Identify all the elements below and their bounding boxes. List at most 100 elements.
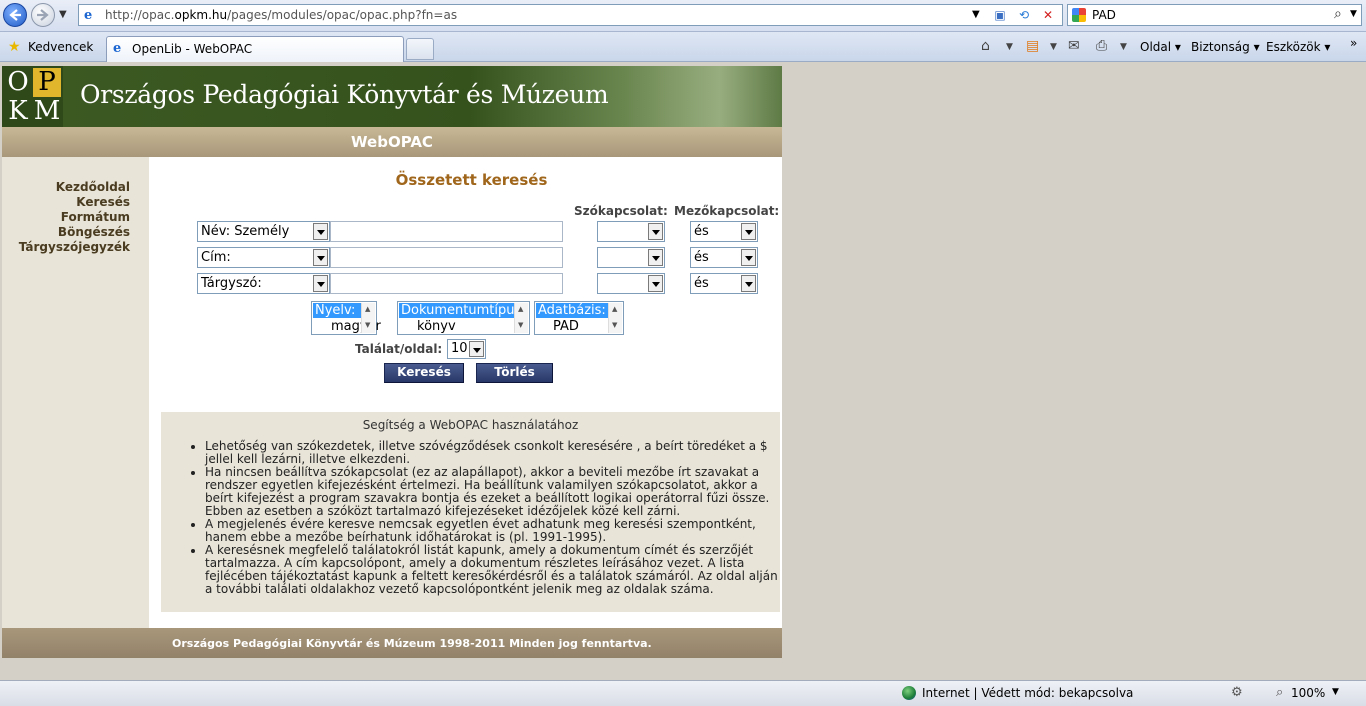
field-select-2[interactable]: Cím: [197,247,330,268]
hits-per-page-select[interactable]: 10 [447,339,486,359]
arrow-right-icon [37,9,49,21]
empty-page-area [782,62,1366,680]
doctype-listbox[interactable]: Dokumentumtípus: könyv ▲ ▼ [397,301,530,335]
search-term-input-3[interactable] [330,273,563,294]
forward-button[interactable] [31,3,55,27]
printer-icon[interactable]: ⎙ [1096,38,1107,54]
search-button[interactable]: Keresés [384,363,464,383]
magnifier-icon[interactable]: ⌕ [1334,6,1342,22]
window-scrollbar[interactable] [1351,62,1366,680]
listbox-value: könyv [417,319,456,334]
search-dropdown-icon[interactable]: ▼ [1350,9,1357,19]
new-tab-button[interactable] [406,38,434,60]
help-item: Lehetőség van szókezdetek, illetve szóvé… [205,440,778,466]
listbox-scrollbar[interactable]: ▲ ▼ [608,303,622,333]
help-list: Lehetőség van szókezdetek, illetve szóvé… [205,440,778,596]
logo-letter: K [8,96,28,126]
logo-letter: P [33,68,61,97]
security-menu[interactable]: Biztonság ▾ [1191,40,1260,54]
print-dropdown-icon[interactable]: ▼ [1120,42,1127,52]
sidebar-item-format[interactable]: Formátum [61,210,130,224]
word-relation-header: Szókapcsolat: [574,204,668,218]
subtitle-bar: WebOPAC [2,127,782,157]
sidebar-item-home[interactable]: Kezdőoldal [56,180,130,194]
page-subtitle: WebOPAC [351,133,433,151]
compatibility-view-icon[interactable]: ▣ [991,7,1009,23]
search-input[interactable]: PAD [1092,8,1116,22]
tab-openlib[interactable]: e OpenLib - WebOPAC [106,36,404,62]
favorites-star-icon[interactable]: ★ [8,39,21,55]
search-term-input-1[interactable] [330,221,563,242]
chevron-down-icon [313,223,328,240]
chevron-down-icon [648,223,663,240]
site-title: Országos Pedagógiai Könyvtár és Múzeum [80,80,609,109]
field-relation-select-2[interactable]: és [690,247,758,268]
search-box[interactable]: PAD ⌕ ▼ [1067,4,1362,26]
url-text: http://opac.opkm.hu/pages/modules/opac/o… [105,8,458,22]
hits-per-page-label: Találat/oldal: [355,342,443,356]
zoom-dropdown-icon[interactable]: ▼ [1332,687,1339,697]
ie-page-icon: e [84,8,93,23]
tools-menu[interactable]: Eszközök ▾ [1266,40,1330,54]
search-provider-icon [1072,8,1086,22]
listbox-header: Dokumentumtípus: [399,303,526,318]
copyright-text: Országos Pedagógiai Könyvtár és Múzeum 1… [172,637,652,650]
language-listbox[interactable]: Nyelv: magyar ▲ ▼ [311,301,381,335]
page-footer: Országos Pedagógiai Könyvtár és Múzeum 1… [2,628,782,658]
logo-letter: M [33,96,61,126]
rss-feed-icon[interactable]: ▤ [1026,38,1039,54]
ie-tab-icon: e [113,41,122,56]
logo-letter: O [7,67,29,97]
stop-icon[interactable]: ✕ [1039,7,1057,23]
back-button[interactable] [3,3,27,27]
listbox-scrollbar[interactable]: ▲ ▼ [361,303,375,333]
arrow-left-icon [9,9,21,21]
word-relation-select-1[interactable] [597,221,665,242]
web-page: O P K M Országos Pedagógiai Könyvtár és … [2,66,782,658]
database-listbox[interactable]: Adatbázis: PAD ▲ ▼ [534,301,624,335]
refresh-icon[interactable]: ⟲ [1015,7,1033,23]
tab-label: OpenLib - WebOPAC [132,42,253,56]
field-select-1[interactable]: Név: Személy [197,221,330,242]
sidebar-item-search[interactable]: Keresés [76,195,130,209]
help-title: Segítség a WebOPAC használatához [362,418,579,432]
field-relation-header: Mezőkapcsolat: [674,204,780,218]
clear-button[interactable]: Törlés [476,363,553,383]
feed-dropdown-icon[interactable]: ▼ [1050,42,1057,52]
help-item: A keresésnek megfelelő találatokról list… [205,544,778,596]
help-item: Ha nincsen beállítva szókapcsolat (ez az… [205,466,778,518]
chevron-down-icon [313,275,328,292]
chevron-down-icon [741,223,756,240]
page-menu[interactable]: Oldal ▾ [1140,40,1181,54]
history-dropdown-icon[interactable]: ▼ [59,9,67,20]
tab-bar: ★ Kedvencek e OpenLib - WebOPAC ⌂ ▼ ▤ ▼ … [0,32,1366,62]
site-banner: O P K M Országos Pedagógiai Könyvtár és … [2,66,782,127]
word-relation-select-3[interactable] [597,273,665,294]
sidebar-item-browse[interactable]: Böngészés [58,225,130,239]
zoom-level[interactable]: 100% [1291,686,1325,700]
word-relation-select-2[interactable] [597,247,665,268]
sidebar-item-subject-index[interactable]: Tárgyszójegyzék [19,240,130,254]
chevron-down-icon [469,341,484,357]
zoom-icon[interactable]: ⌕ [1276,685,1283,700]
favorites-button[interactable]: Kedvencek [28,40,93,54]
field-relation-select-3[interactable]: és [690,273,758,294]
security-zone-text: Internet | Védett mód: bekapcsolva [922,686,1134,700]
protected-mode-icon[interactable]: ⚙ [1231,685,1243,700]
search-term-input-2[interactable] [330,247,563,268]
listbox-scrollbar[interactable]: ▲ ▼ [514,303,528,333]
home-dropdown-icon[interactable]: ▼ [1006,42,1013,52]
sidebar-nav: Kezdőoldal Keresés Formátum Böngészés Tá… [2,157,149,628]
listbox-header: Adatbázis: [536,303,609,318]
home-icon[interactable]: ⌂ [981,38,990,54]
field-select-3[interactable]: Tárgyszó: [197,273,330,294]
url-dropdown-icon[interactable]: ▼ [972,9,980,20]
help-box: Segítség a WebOPAC használatához Lehetős… [161,412,780,612]
toolbar-overflow-icon[interactable]: » [1350,36,1357,50]
internet-zone-icon [902,686,916,700]
mail-icon[interactable]: ✉ [1068,38,1080,54]
listbox-header: Nyelv: [313,303,362,318]
field-relation-select-1[interactable]: és [690,221,758,242]
url-field[interactable]: e http://opac.opkm.hu/pages/modules/opac… [78,4,1063,26]
form-title: Összetett keresés [395,171,548,189]
